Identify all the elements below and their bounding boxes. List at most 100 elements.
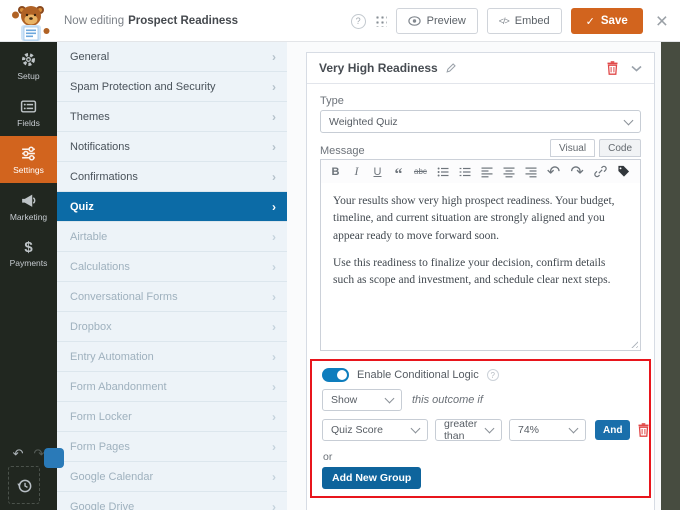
menu-item-dropbox[interactable]: Dropbox› [57, 312, 287, 342]
menu-item-airtable[interactable]: Airtable› [57, 222, 287, 252]
action-select[interactable]: Show [322, 389, 402, 411]
top-bar: Now editing Prospect Readiness ? Preview… [0, 0, 680, 42]
align-left-icon[interactable] [481, 164, 493, 179]
builder-sidebar: Setup Fields Settings [0, 42, 57, 510]
sidebar-item-settings[interactable]: Settings [0, 136, 57, 183]
eye-icon [408, 16, 421, 26]
chevron-right-icon: › [272, 170, 276, 184]
align-center-icon[interactable] [503, 164, 515, 179]
sliders-icon [20, 145, 37, 162]
sidebar-item-marketing[interactable]: Marketing [0, 183, 57, 230]
align-right-icon[interactable] [525, 164, 537, 179]
close-icon[interactable]: × [656, 11, 668, 32]
conditional-logic-toggle[interactable] [322, 368, 349, 382]
form-fields-icon [20, 98, 37, 115]
bold-icon[interactable]: B [330, 164, 341, 179]
conditional-logic-label: Enable Conditional Logic [357, 369, 479, 381]
add-new-group-button[interactable]: Add New Group [322, 467, 421, 489]
help-beacon[interactable] [44, 448, 64, 468]
save-button[interactable]: ✓ Save [571, 8, 643, 34]
undo-icon[interactable]: ↶ [13, 446, 24, 462]
underline-icon[interactable]: U [372, 164, 383, 179]
menu-item-notifications[interactable]: Notifications› [57, 132, 287, 162]
collapse-chevron-icon[interactable] [631, 65, 642, 72]
sidebar-item-payments[interactable]: $ Payments [0, 230, 57, 277]
chevron-right-icon: › [272, 470, 276, 484]
apps-grid-icon[interactable] [375, 15, 387, 27]
wpforms-builder: Now editing Prospect Readiness ? Preview… [0, 0, 680, 510]
embed-button[interactable]: </> Embed [487, 8, 562, 34]
redo-icon[interactable]: ↷ [570, 164, 583, 179]
settings-content-area: Very High Readiness [287, 42, 661, 510]
menu-item-general[interactable]: General› [57, 42, 287, 72]
preview-button[interactable]: Preview [396, 8, 478, 34]
menu-item-quiz[interactable]: Quiz› [57, 192, 287, 222]
strikethrough-icon[interactable]: abc [414, 164, 427, 179]
chevron-right-icon: › [272, 440, 276, 454]
edit-pencil-icon[interactable] [445, 62, 457, 74]
help-icon[interactable]: ? [351, 14, 366, 29]
type-label: Type [320, 95, 344, 107]
chevron-right-icon: › [272, 290, 276, 304]
menu-item-form-pages[interactable]: Form Pages› [57, 432, 287, 462]
condition-operator-select[interactable]: greater than [435, 419, 502, 441]
delete-rule-trash-icon[interactable] [637, 423, 650, 437]
menu-item-spam-protection[interactable]: Spam Protection and Security› [57, 72, 287, 102]
ordered-list-icon[interactable] [459, 164, 471, 179]
tab-visual[interactable]: Visual [550, 139, 595, 157]
history-clock-icon [16, 477, 33, 494]
resize-handle[interactable] [629, 339, 638, 348]
gear-icon [20, 51, 37, 68]
menu-item-form-locker[interactable]: Form Locker› [57, 402, 287, 432]
chevron-down-icon [624, 115, 634, 125]
editor-toolbar: B I U “ abc [320, 159, 641, 184]
code-icon: </> [499, 16, 509, 26]
revisions-button[interactable] [8, 466, 40, 504]
sidebar-item-fields[interactable]: Fields [0, 89, 57, 136]
settings-menu: General› Spam Protection and Security› T… [57, 42, 287, 510]
megaphone-icon [20, 192, 37, 209]
message-label: Message [320, 145, 365, 157]
condition-suffix-text: this outcome if [412, 394, 483, 406]
menu-item-google-calendar[interactable]: Google Calendar› [57, 462, 287, 492]
menu-item-form-abandonment[interactable]: Form Abandonment› [57, 372, 287, 402]
message-paragraph: Use this readiness to finalize your deci… [333, 255, 628, 290]
dollar-icon: $ [24, 240, 32, 255]
question-circle-icon[interactable]: ? [487, 369, 499, 381]
chevron-down-icon [485, 424, 495, 434]
menu-item-calculations[interactable]: Calculations› [57, 252, 287, 282]
and-button[interactable]: And [595, 420, 630, 440]
chevron-right-icon: › [272, 380, 276, 394]
tab-code[interactable]: Code [599, 139, 641, 157]
condition-value-select[interactable]: 74% [509, 419, 586, 441]
smart-tags-icon[interactable] [617, 164, 630, 179]
chevron-right-icon: › [272, 110, 276, 124]
chevron-down-icon [385, 394, 395, 404]
trash-icon[interactable] [606, 61, 619, 75]
message-paragraph: Your results show very high prospect rea… [333, 193, 628, 245]
menu-item-entry-automation[interactable]: Entry Automation› [57, 342, 287, 372]
condition-field-select[interactable]: Quiz Score [322, 419, 428, 441]
redo-icon[interactable]: ↷ [34, 446, 45, 462]
type-select[interactable]: Weighted Quiz [320, 110, 641, 133]
or-text: or [323, 451, 332, 463]
link-icon[interactable] [594, 164, 607, 179]
bullet-list-icon[interactable] [437, 164, 449, 179]
menu-item-google-drive[interactable]: Google Drive› [57, 492, 287, 510]
form-name: Prospect Readiness [128, 15, 238, 27]
menu-item-themes[interactable]: Themes› [57, 102, 287, 132]
now-editing-text: Now editing Prospect Readiness [64, 0, 238, 42]
chevron-right-icon: › [272, 350, 276, 364]
blockquote-icon[interactable]: “ [393, 168, 404, 183]
wpforms-bear-logo [9, 3, 53, 41]
chevron-right-icon: › [272, 50, 276, 64]
chevron-right-icon: › [272, 230, 276, 244]
menu-item-conversational-forms[interactable]: Conversational Forms› [57, 282, 287, 312]
undo-icon[interactable]: ↶ [547, 164, 560, 179]
chevron-right-icon: › [272, 410, 276, 424]
menu-item-confirmations[interactable]: Confirmations› [57, 162, 287, 192]
chevron-right-icon: › [272, 500, 276, 510]
sidebar-item-setup[interactable]: Setup [0, 42, 57, 89]
italic-icon[interactable]: I [351, 164, 362, 179]
message-editor[interactable]: Your results show very high prospect rea… [320, 183, 641, 351]
